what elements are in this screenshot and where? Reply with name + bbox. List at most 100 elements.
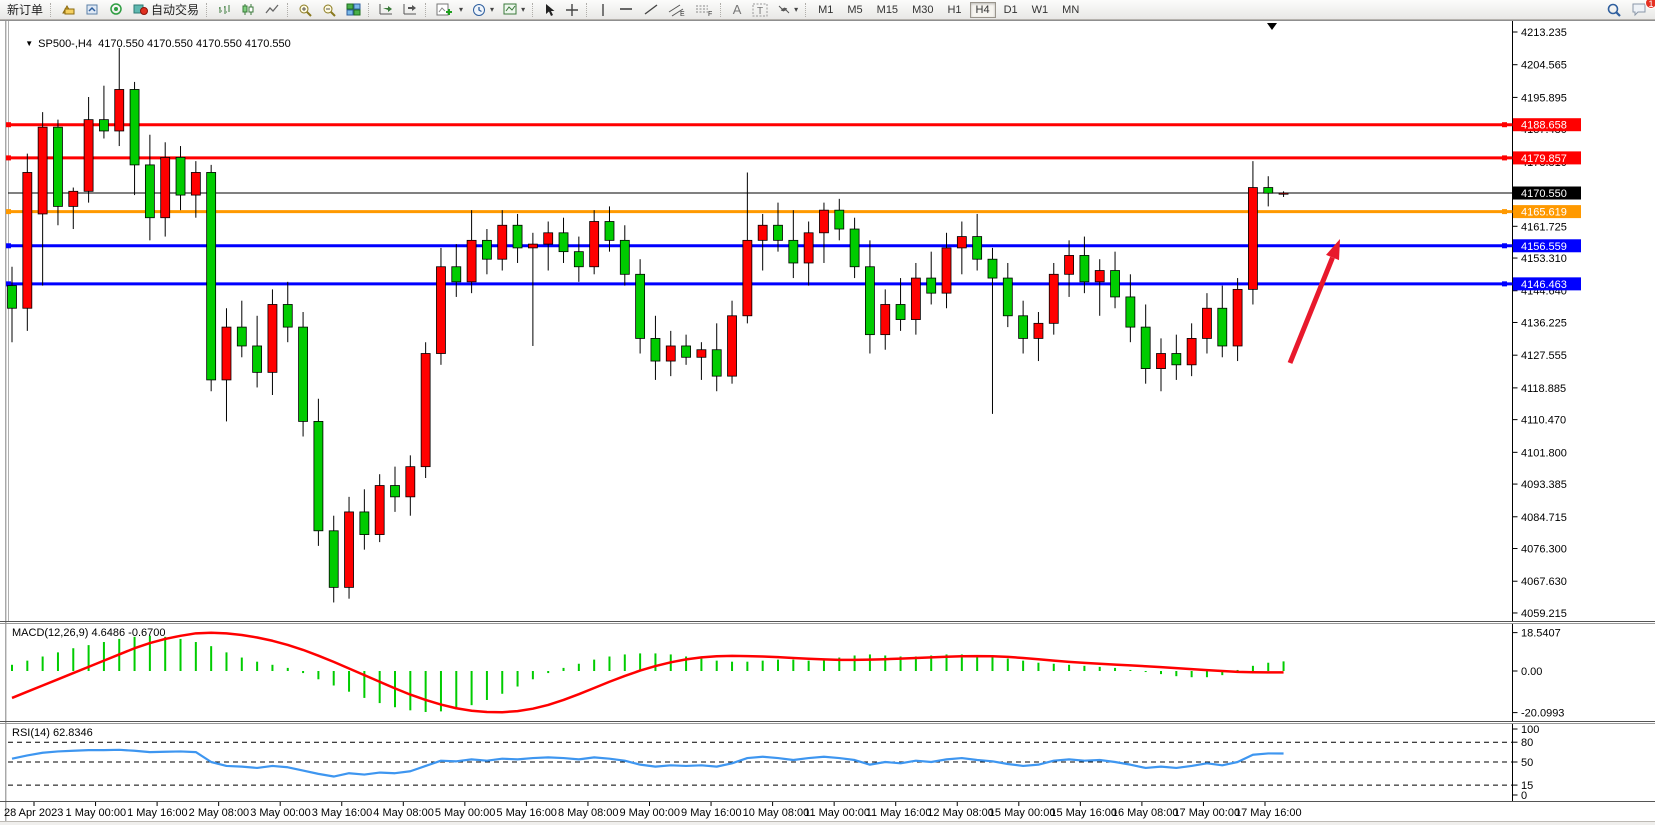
rsi-indicator-pane[interactable]: 1008050150: [0, 721, 1655, 801]
horizontal-line-button[interactable]: [614, 1, 638, 19]
new-order-button[interactable]: 新订单: [3, 1, 47, 19]
date-label: 15 May 00:00: [989, 807, 1056, 819]
date-label: 12 May 08:00: [927, 807, 994, 819]
timeframe-button-m30[interactable]: M30: [906, 2, 939, 18]
candlestick-chart-button[interactable]: [237, 1, 260, 19]
arrows-menu-button[interactable]: ▾: [773, 1, 802, 19]
timeframe-button-m5[interactable]: M5: [841, 2, 868, 18]
zoom-out-button[interactable]: [318, 1, 341, 19]
timeframe-button-mn[interactable]: MN: [1056, 2, 1085, 18]
window-bottom-edge: [0, 821, 1655, 825]
svg-text:4076.300: 4076.300: [1521, 544, 1567, 556]
chart-symbol-title: ▼ SP500-,H4 4170.550 4170.550 4170.550 41…: [13, 26, 291, 62]
text-label-tool-button[interactable]: T: [748, 1, 772, 19]
svg-text:F: F: [708, 11, 712, 17]
svg-text:4204.565: 4204.565: [1521, 60, 1567, 72]
trendline-button[interactable]: [639, 1, 663, 19]
collapse-triangle-icon[interactable]: ▼: [25, 39, 33, 48]
timeframe-button-h4[interactable]: H4: [970, 2, 996, 18]
macd-indicator-pane[interactable]: 18.54070.00-20.0993: [0, 621, 1655, 721]
date-label: 11 May 16:00: [866, 807, 932, 819]
equidistant-channel-button[interactable]: E: [664, 1, 690, 19]
toolbar-grip: [206, 3, 210, 17]
svg-text:4118.885: 4118.885: [1521, 383, 1566, 395]
auto-trading-icon: [133, 2, 148, 18]
ohlc-readout: 4170.550 4170.550 4170.550 4170.550: [98, 38, 291, 50]
svg-text:4067.630: 4067.630: [1521, 576, 1567, 588]
cursor-button[interactable]: [539, 1, 560, 19]
search-icon[interactable]: [1602, 1, 1626, 19]
vertical-line-button[interactable]: [593, 1, 613, 19]
svg-text:4059.215: 4059.215: [1521, 608, 1567, 620]
timeframe-button-d1[interactable]: D1: [998, 2, 1024, 18]
periods-menu-button[interactable]: ▾: [468, 1, 498, 19]
date-label: 2 May 08:00: [189, 807, 250, 819]
line-chart-button[interactable]: [261, 1, 284, 19]
date-label: 5 May 00:00: [435, 807, 496, 819]
crosshair-button[interactable]: [561, 1, 583, 19]
svg-text:4170.550: 4170.550: [1521, 188, 1567, 200]
svg-text:4213.235: 4213.235: [1521, 27, 1567, 39]
zoom-in-button[interactable]: [294, 1, 317, 19]
date-label: 28 Apr 2023: [4, 807, 63, 819]
templates-button[interactable]: ▾: [499, 1, 529, 19]
toolbar: 新订单 自动交易 ▾: [0, 0, 1655, 20]
toolbar-grip: [805, 3, 809, 17]
svg-text:0: 0: [1521, 790, 1527, 801]
toolbar-grip: [368, 3, 372, 17]
svg-text:4161.725: 4161.725: [1521, 221, 1567, 233]
date-label: 17 May 00:00: [1173, 807, 1240, 819]
date-label: 3 May 16:00: [312, 807, 373, 819]
chart-shift-button[interactable]: [399, 1, 422, 19]
svg-text:4093.385: 4093.385: [1521, 479, 1567, 491]
toolbar-grip: [287, 3, 291, 17]
toolbar-grip: [425, 3, 429, 17]
chevron-down-icon: ▾: [459, 5, 463, 14]
svg-text:4165.619: 4165.619: [1521, 207, 1567, 219]
timeframe-button-m1[interactable]: M1: [812, 2, 839, 18]
main-chart-pane[interactable]: 4213.2354204.5654195.8954187.4804178.810…: [0, 21, 1655, 621]
svg-text:18.5407: 18.5407: [1521, 628, 1561, 640]
svg-text:4136.225: 4136.225: [1521, 317, 1567, 329]
indicators-button[interactable]: ▾: [432, 1, 467, 19]
auto-trading-button[interactable]: 自动交易: [129, 1, 203, 19]
text-tool-button[interactable]: A: [727, 1, 747, 19]
date-label: 16 May 08:00: [1112, 807, 1179, 819]
date-label: 4 May 08:00: [373, 807, 434, 819]
chart-window: 4213.2354204.5654195.8954187.4804178.810…: [0, 20, 1655, 825]
bar-chart-button[interactable]: [213, 1, 236, 19]
date-label: 17 May 16:00: [1235, 807, 1302, 819]
svg-text:E: E: [680, 11, 685, 17]
svg-text:4127.555: 4127.555: [1521, 350, 1567, 362]
up-arrow-annotation[interactable]: [1326, 239, 1340, 260]
timeframe-button-m15[interactable]: M15: [871, 2, 904, 18]
svg-text:-20.0993: -20.0993: [1521, 708, 1564, 720]
rsi-label: RSI(14) 62.8346: [12, 727, 93, 739]
timeframe-button-w1[interactable]: W1: [1026, 2, 1055, 18]
data-window-icon[interactable]: [81, 1, 104, 19]
auto-scroll-button[interactable]: [375, 1, 398, 19]
date-label: 3 May 00:00: [250, 807, 311, 819]
date-label: 11 May 00:00: [804, 807, 870, 819]
svg-text:100: 100: [1521, 724, 1539, 736]
svg-text:4195.895: 4195.895: [1521, 92, 1567, 104]
tile-windows-button[interactable]: [342, 1, 365, 19]
toolbar-grip: [50, 3, 54, 17]
svg-text:4101.800: 4101.800: [1521, 447, 1567, 459]
date-label: 9 May 16:00: [681, 807, 742, 819]
symbol-period-label: SP500-,H4: [38, 38, 92, 50]
chevron-down-icon: ▾: [490, 5, 494, 14]
notification-badge: 1: [1645, 0, 1655, 9]
timeframe-toolbar: M1M5M15M30H1H4D1W1MN: [812, 2, 1085, 18]
fibonacci-button[interactable]: F: [691, 1, 717, 19]
date-label: 5 May 16:00: [496, 807, 557, 819]
svg-text:4146.463: 4146.463: [1521, 279, 1567, 291]
time-axis[interactable]: 28 Apr 20231 May 00:001 May 16:002 May 0…: [0, 801, 1655, 821]
auto-trading-label: 自动交易: [151, 1, 199, 18]
market-watch-icon[interactable]: [57, 1, 80, 19]
timeframe-button-h1[interactable]: H1: [941, 2, 967, 18]
signal-icon[interactable]: [105, 1, 128, 19]
toolbar-grip: [720, 3, 724, 17]
svg-text:50: 50: [1521, 757, 1533, 769]
svg-text:4179.857: 4179.857: [1521, 153, 1567, 165]
